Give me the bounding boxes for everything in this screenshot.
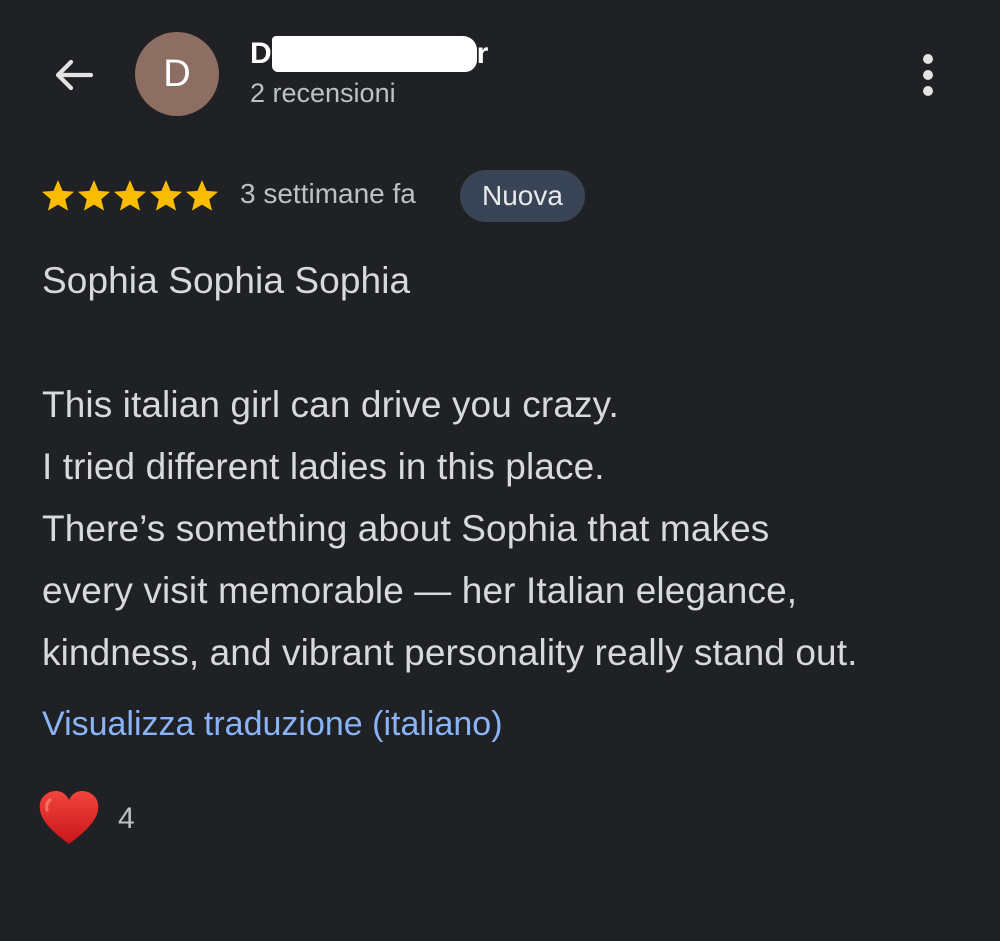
reaction-button[interactable]: 4: [38, 790, 178, 850]
new-badge: Nuova: [460, 170, 585, 222]
reviewer-name-start: D: [250, 37, 272, 70]
star-icon: [113, 180, 147, 211]
review-meta: 3 settimane fa Nuova: [40, 170, 960, 222]
review-count: 2 recensioni: [250, 78, 396, 108]
arrow-left-icon: [55, 59, 94, 91]
back-button[interactable]: [46, 48, 100, 102]
heart-icon: [39, 791, 99, 844]
star-icon: [149, 180, 183, 211]
review-line: There’s something about Sophia that make…: [42, 508, 770, 549]
review-line: Sophia Sophia Sophia: [42, 260, 411, 301]
reviewer-name-end: r: [476, 37, 489, 70]
view-translation-link[interactable]: Visualizza traduzione (italiano): [42, 705, 503, 744]
star-icon: [41, 180, 75, 211]
review-line: I tried different ladies in this place.: [42, 446, 605, 487]
more-options-button[interactable]: [908, 48, 948, 102]
review-line: [42, 312, 972, 374]
review-line: This italian girl can drive you crazy.: [42, 384, 619, 425]
reaction-count: 4: [118, 802, 135, 835]
reviewer-name[interactable]: D r: [250, 34, 488, 74]
star-rating: [40, 179, 220, 213]
review-line: every visit memorable — her Italian eleg…: [42, 570, 798, 611]
more-vertical-icon: [923, 54, 933, 96]
review-header: D D r 2 recensioni: [0, 0, 1000, 150]
avatar[interactable]: D: [135, 32, 219, 116]
review-body: Sophia Sophia Sophia This italian girl c…: [42, 250, 972, 684]
star-icon: [77, 180, 111, 211]
review-line: kindness, and vibrant personality really…: [42, 632, 858, 673]
review-date: 3 settimane fa: [240, 178, 416, 209]
redaction-mark: [271, 36, 477, 72]
star-icon: [185, 180, 219, 211]
avatar-letter: D: [163, 53, 191, 95]
